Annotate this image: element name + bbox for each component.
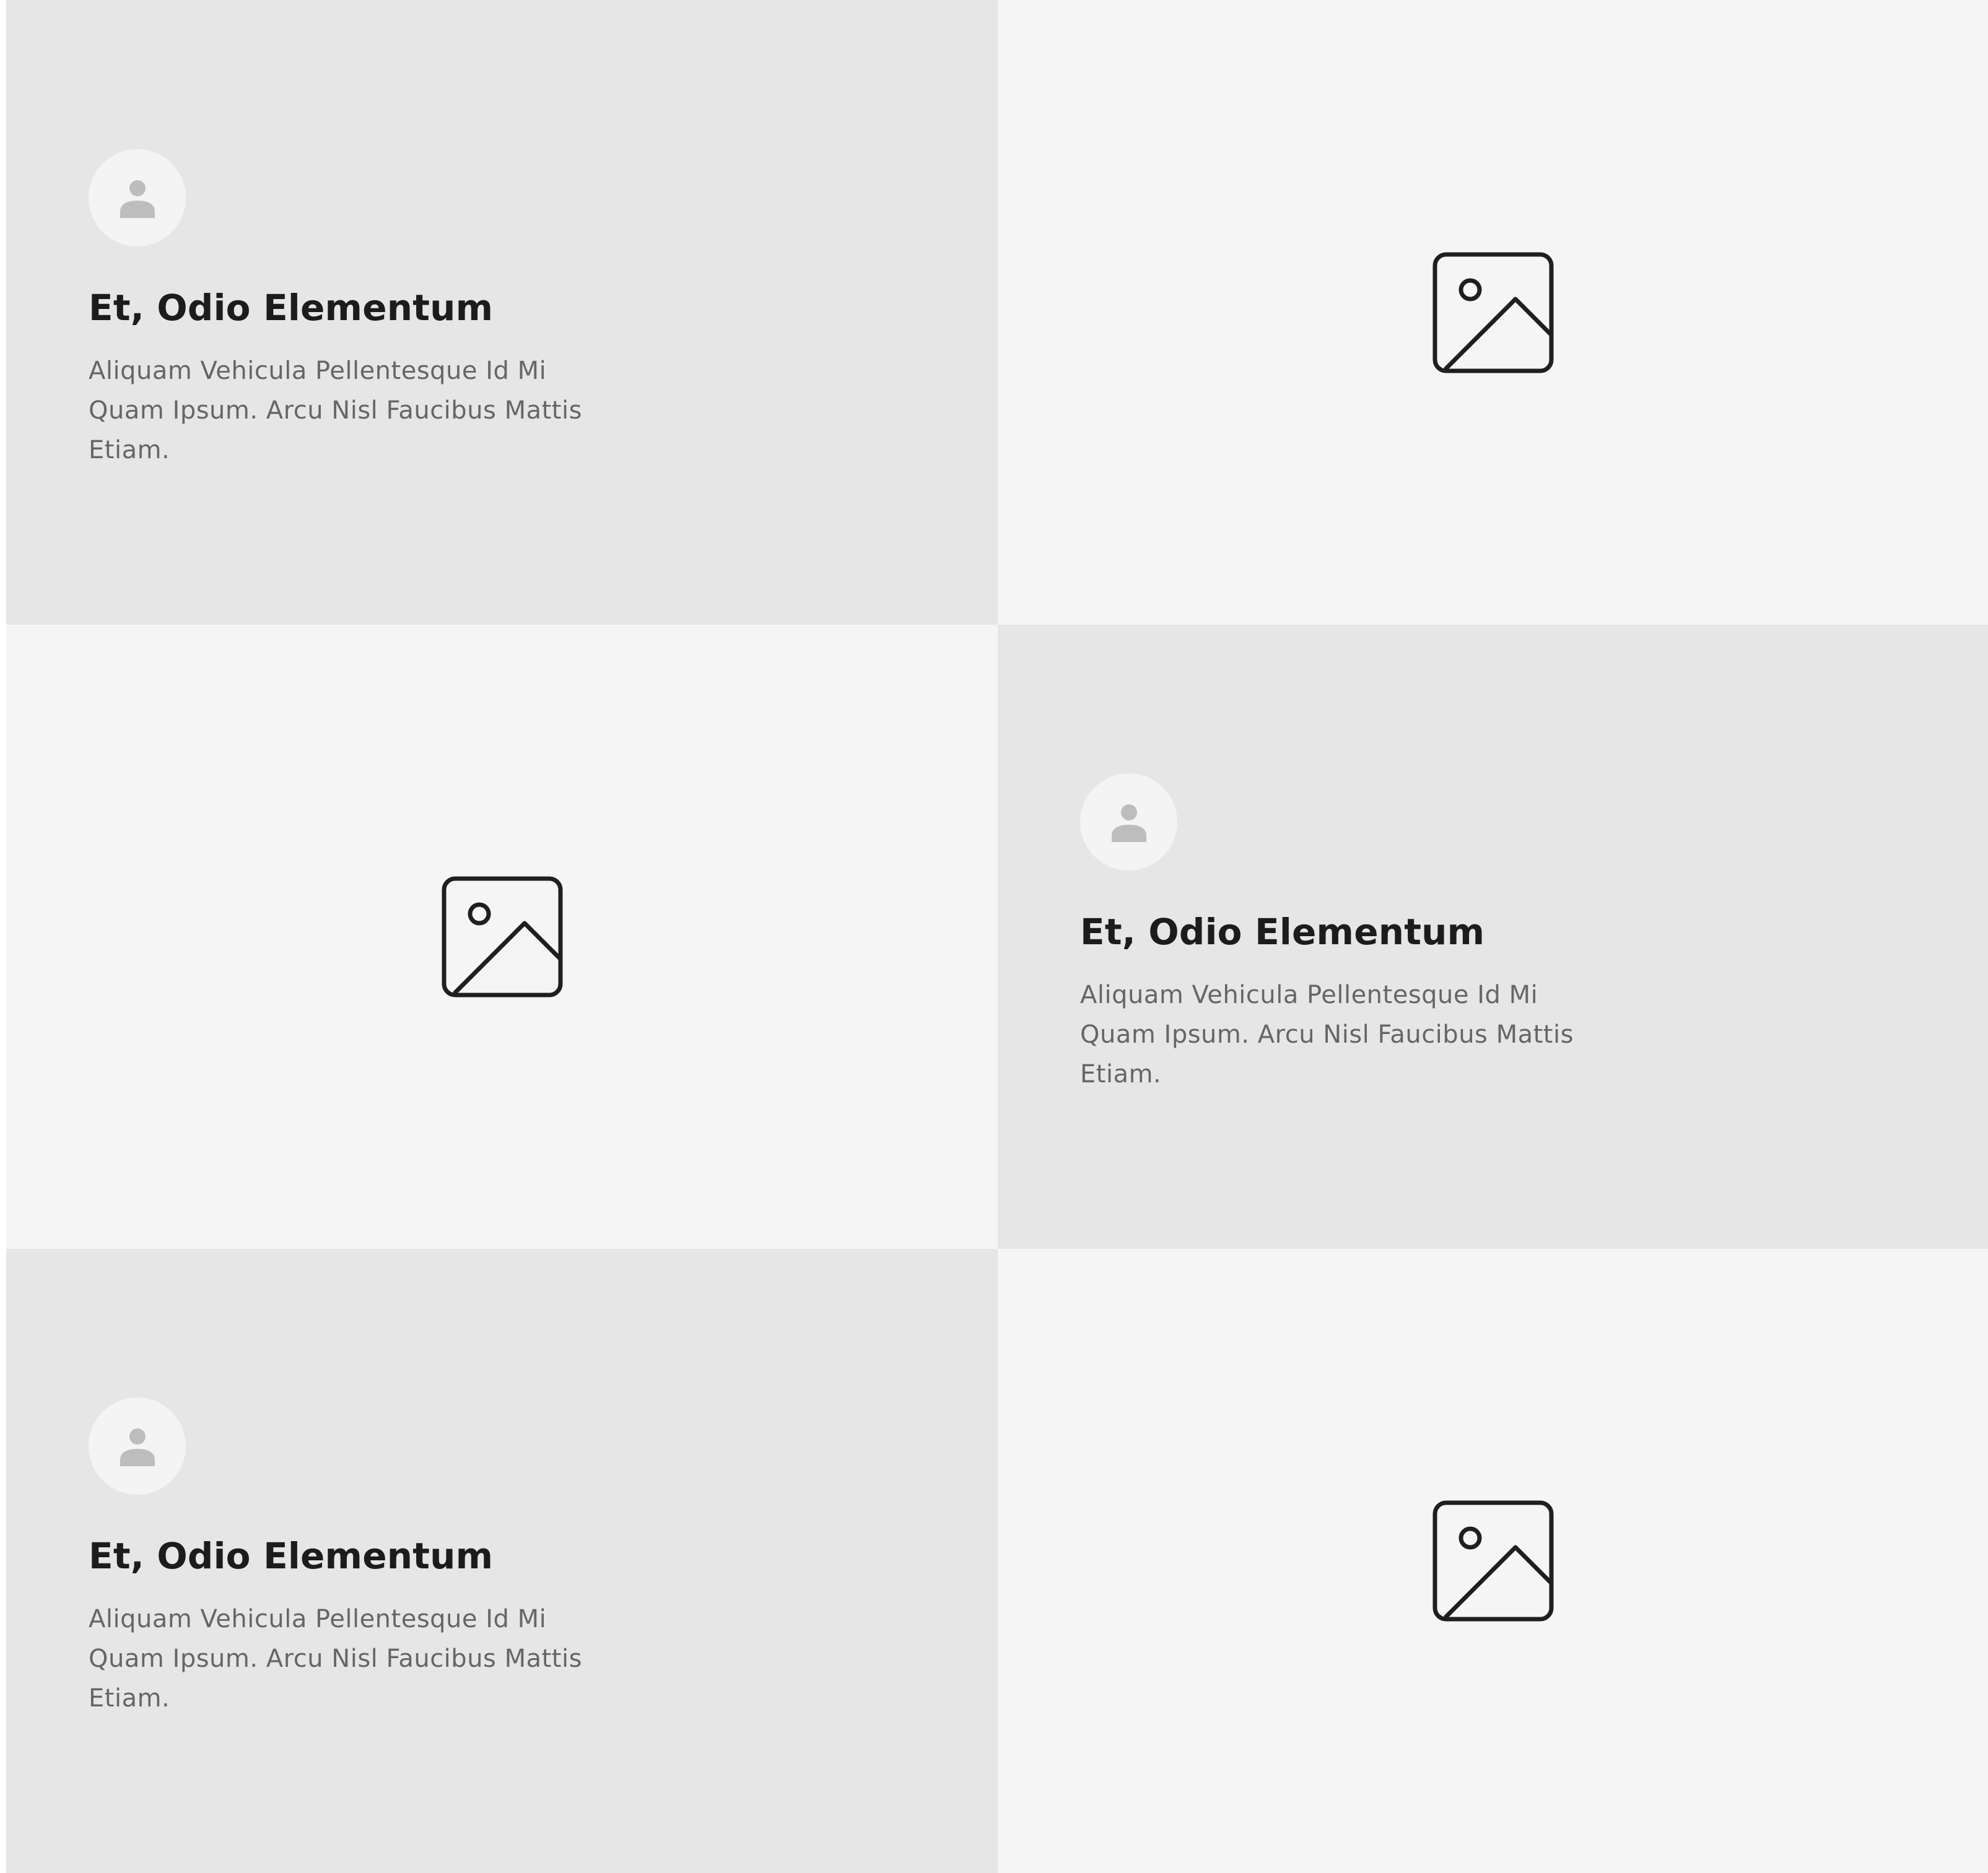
image-icon bbox=[442, 876, 563, 997]
feature-title: Et, Odio Elementum bbox=[1080, 911, 1485, 953]
feature-description: Aliquam Vehicula Pellentesque Id Mi Quam… bbox=[1080, 980, 1574, 1089]
feature-card: Et, Odio Elementum Aliquam Vehicula Pell… bbox=[6, 1249, 998, 1873]
media-placeholder bbox=[998, 0, 1988, 625]
user-icon bbox=[1111, 804, 1146, 842]
feature-content: Et, Odio Elementum Aliquam Vehicula Pell… bbox=[89, 1397, 646, 1718]
feature-card: Et, Odio Elementum Aliquam Vehicula Pell… bbox=[998, 625, 1988, 1249]
feature-content: Et, Odio Elementum Aliquam Vehicula Pell… bbox=[89, 149, 646, 470]
avatar bbox=[1080, 773, 1177, 871]
feature-grid: Et, Odio Elementum Aliquam Vehicula Pell… bbox=[6, 0, 1988, 1873]
image-icon bbox=[1432, 1500, 1554, 1622]
feature-content: Et, Odio Elementum Aliquam Vehicula Pell… bbox=[1080, 773, 1637, 1094]
feature-title: Et, Odio Elementum bbox=[89, 287, 494, 329]
feature-description: Aliquam Vehicula Pellentesque Id Mi Quam… bbox=[89, 356, 582, 464]
feature-description: Aliquam Vehicula Pellentesque Id Mi Quam… bbox=[89, 1604, 582, 1713]
avatar bbox=[89, 149, 186, 246]
image-icon bbox=[1432, 252, 1554, 373]
user-icon bbox=[120, 180, 155, 218]
feature-card: Et, Odio Elementum Aliquam Vehicula Pell… bbox=[6, 0, 998, 625]
feature-title: Et, Odio Elementum bbox=[89, 1535, 494, 1577]
media-placeholder bbox=[998, 1249, 1988, 1873]
avatar bbox=[89, 1397, 186, 1495]
media-placeholder bbox=[6, 625, 998, 1249]
user-icon bbox=[120, 1428, 155, 1466]
